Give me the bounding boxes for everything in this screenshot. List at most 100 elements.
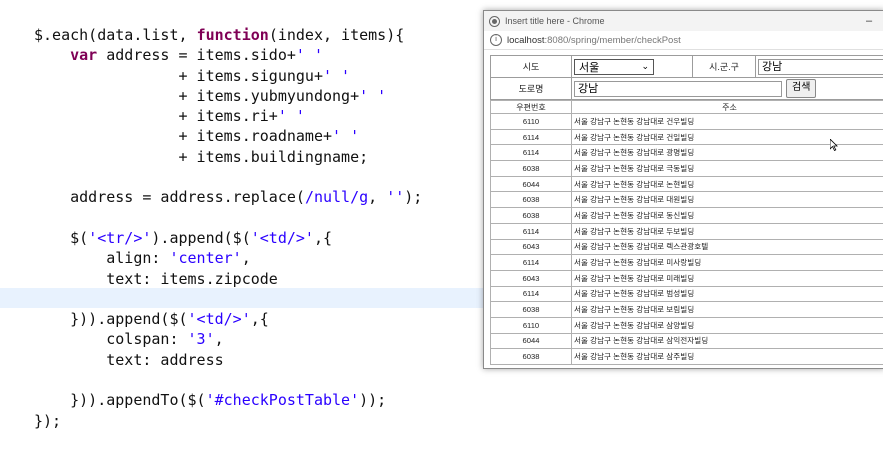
code-token: ' ': [359, 86, 387, 105]
address-cell: 서울 강남구 논현동 강남대로 범성빌딩: [571, 285, 883, 303]
sido-select[interactable]: 서울 ⌄: [574, 58, 654, 75]
code-line: })).append($('<td/>',{: [34, 309, 422, 329]
code-line: + items.yubmyundong+' ': [34, 86, 422, 106]
road-label: 도로명: [490, 77, 572, 100]
code-token: align:: [34, 249, 170, 268]
sido-label: 시도: [490, 55, 572, 78]
table-row[interactable]: 6044 서울 강남구 논현동 강남대로 논현빌딩: [490, 175, 883, 193]
code-token: );: [404, 188, 423, 207]
sido-cell: 서울 ⌄: [571, 55, 693, 78]
code-line: + items.buildingname;: [34, 147, 422, 167]
table-row[interactable]: 6038 서울 강남구 논현동 강남대로 극동빌딩: [490, 160, 883, 177]
code-token: });: [34, 411, 62, 430]
code-line: align: 'center',: [34, 248, 422, 268]
address-cell: 서울 강남구 논현동 강남대로 대원빌딩: [571, 191, 883, 209]
code-text[interactable]: $.each(data.list, function(index, items)…: [34, 25, 422, 431]
page-content: 시도 서울 ⌄ 시.군.구 강남 도로명 강남 검색 우편번호 주소 6110 …: [490, 55, 883, 368]
address-cell: 서울 강남구 논현동 강남대로 삼익전자빌딩: [571, 332, 883, 350]
code-token: ' ': [277, 107, 305, 126]
zipcode-cell: 6038: [490, 191, 572, 209]
chrome-icon: [489, 15, 500, 27]
address-cell: 서울 강남구 논현동 강남대로 미사랑빌딩: [571, 254, 883, 271]
code-token: + items.sigungu+: [34, 66, 323, 85]
window-title: Insert title here - Chrome: [505, 16, 605, 26]
table-row[interactable]: 6044 서울 강남구 논현동 강남대로 삼익전자빌딩: [490, 332, 883, 350]
sido-select-value: 서울: [579, 61, 600, 74]
zipcode-cell: 6038: [490, 207, 572, 224]
code-token: '': [386, 188, 405, 207]
sigungu-input[interactable]: 강남: [758, 58, 883, 75]
zipcode-cell: 6110: [490, 113, 572, 130]
code-line: colspan: '3',: [34, 329, 422, 349]
table-row[interactable]: 6110 서울 강남구 논현동 강남대로 삼양빌딩: [490, 316, 883, 334]
table-row[interactable]: 6038 서울 강남구 논현동 강남대로 동신빌딩: [490, 207, 883, 224]
table-row[interactable]: 6114 서울 강남구 논현동 강남대로 광명빌딩: [490, 144, 883, 162]
zipcode-cell: 6044: [490, 175, 572, 193]
address-search-form: 시도 서울 ⌄ 시.군.구 강남 도로명 강남 검색: [490, 55, 883, 100]
address-cell: 서울 강남구 논현동 강남대로 건우빌딩: [571, 113, 883, 130]
code-token: })).append($(: [34, 310, 188, 329]
code-token: })).appendTo($(: [34, 391, 206, 410]
code-line: $.each(data.list, function(index, items)…: [34, 25, 422, 45]
code-token: '<td/>': [250, 228, 314, 247]
code-token: ,: [214, 330, 224, 349]
table-row[interactable]: 6043 서울 강남구 논현동 강남대로 렉스관광호텔: [490, 238, 883, 256]
road-input[interactable]: 강남: [574, 80, 782, 97]
address-cell: 서울 강남구 논현동 강남대로 삼양빌딩: [571, 316, 883, 334]
zipcode-cell: 6110: [490, 316, 572, 334]
code-token: '#checkPostTable': [205, 391, 360, 410]
code-token: $(: [34, 228, 89, 247]
address-cell: 서울 강남구 논현동 강남대로 극동빌딩: [571, 160, 883, 177]
code-token: 'center': [169, 249, 242, 268]
code-token: ' ': [322, 66, 351, 85]
table-row[interactable]: 6114 서울 강남구 논현동 강남대로 건일빌딩: [490, 128, 883, 146]
info-icon[interactable]: i: [490, 34, 502, 46]
code-token: text: items.zipcode: [34, 269, 278, 288]
code-line: text: items.zipcode: [34, 269, 422, 289]
address-header: 주소: [571, 100, 883, 114]
code-token: var: [70, 46, 98, 65]
zipcode-cell: 6114: [490, 128, 572, 146]
table-row[interactable]: 6038 서울 강남구 논현동 강남대로 대원빌딩: [490, 191, 883, 209]
code-token: + items.ri+: [34, 107, 278, 126]
code-token: ));: [359, 391, 387, 410]
table-row[interactable]: 6038 서울 강남구 논현동 강남대로 보림빌딩: [490, 301, 883, 318]
address-cell: 서울 강남구 논현동 강남대로 두보빌딩: [571, 222, 883, 240]
check-post-table: 우편번호 주소 6110 서울 강남구 논현동 강남대로 건우빌딩 6114 서울 강…: [490, 100, 883, 365]
table-row[interactable]: 6114 서울 강남구 논현동 강남대로 미사랑빌딩: [490, 254, 883, 271]
chevron-down-icon: ⌄: [641, 61, 649, 71]
code-line: })).appendTo($('#checkPostTable'));: [34, 390, 422, 410]
code-token: ,{: [313, 228, 333, 247]
search-button[interactable]: 검색: [786, 79, 817, 98]
code-token: ,{: [250, 310, 269, 329]
minimize-button[interactable]: –: [854, 15, 883, 27]
address-bar[interactable]: i localhost:8080/spring/member/checkPost: [484, 31, 883, 50]
address-cell: 서울 강남구 논현동 강남대로 보림빌딩: [571, 301, 883, 318]
table-row[interactable]: 6038 서울 강남구 논현동 강남대로 삼주빌딩: [490, 348, 883, 365]
code-line: var address = items.sido+' ': [34, 45, 422, 65]
code-line: + items.ri+' ': [34, 106, 422, 126]
zipcode-cell: 6038: [490, 301, 572, 318]
code-token: '3': [187, 330, 215, 349]
table-row[interactable]: 6043 서울 강남구 논현동 강남대로 미래빌딩: [490, 269, 883, 287]
code-line: address = address.replace(/null/g, '');: [34, 187, 422, 207]
table-row[interactable]: 6114 서울 강남구 논현동 강남대로 범성빌딩: [490, 285, 883, 303]
table-row[interactable]: 6114 서울 강남구 논현동 강남대로 두보빌딩: [490, 222, 883, 240]
code-token: text: address: [34, 350, 224, 369]
code-token: + items.roadname+: [34, 127, 333, 146]
sigungu-cell: 강남: [755, 55, 883, 78]
window-titlebar[interactable]: Insert title here - Chrome –: [484, 11, 883, 31]
code-token: colspan:: [34, 330, 188, 349]
zipcode-cell: 6114: [490, 222, 572, 240]
mouse-cursor-icon: [830, 139, 838, 151]
table-row[interactable]: 6110 서울 강남구 논현동 강남대로 건우빌딩: [490, 113, 883, 130]
address-cell: 서울 강남구 논현동 강남대로 삼주빌딩: [571, 348, 883, 365]
zipcode-cell: 6114: [490, 144, 572, 162]
url-path: :8080/spring/member/checkPost: [544, 34, 681, 46]
code-line: });: [34, 411, 422, 431]
chrome-popup-window[interactable]: Insert title here - Chrome – i localhost…: [483, 10, 883, 369]
sigungu-label: 시.군.구: [692, 55, 756, 78]
